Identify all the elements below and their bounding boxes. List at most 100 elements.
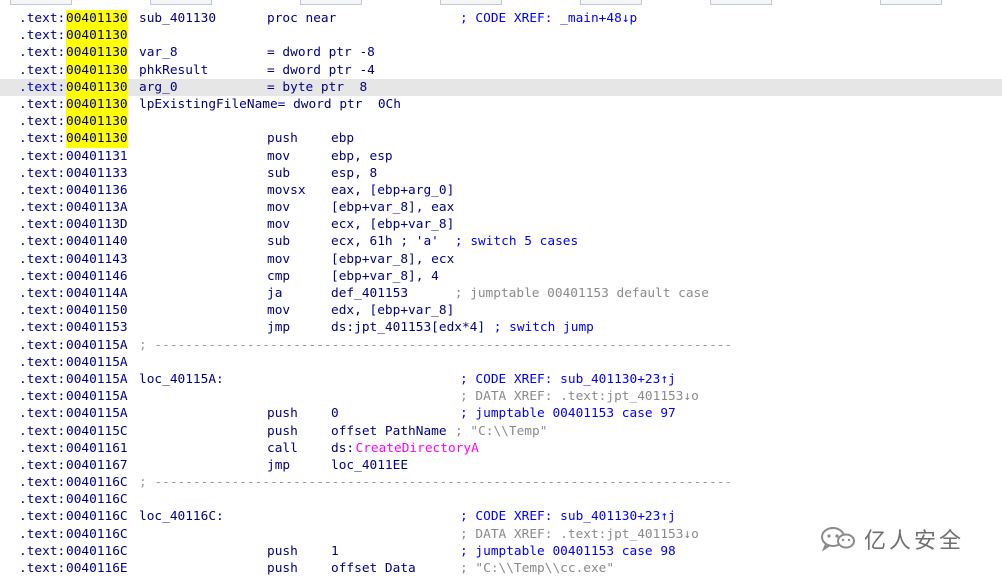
listing-line[interactable]: .text: 00401130 var_8 = dword ptr -8 [0,44,1002,62]
listing-line[interactable]: .text: 00401130 [0,113,1002,131]
operands: 1 [331,543,339,559]
segment-prefix: .text: [19,45,66,61]
operands: ecx, [ebp+var_8] [331,217,455,233]
segment-prefix: .text: [19,337,66,353]
address: 00401167 [66,457,128,473]
listing-line[interactable]: .text: 00401130 push ebp [0,130,1002,148]
mnemonic: sub [267,234,291,250]
segment-prefix: .text: [19,543,66,559]
listing-line[interactable]: .text: 0040115A loc_40115A: ; CODE XREF: su… [0,371,1002,388]
mnemonic: sub [267,165,291,181]
mnemonic: push [267,561,298,576]
listing-line[interactable]: .text: 0040116E push offset Data ; "C:\\Temp… [0,560,1002,577]
listing-line[interactable]: .text: 00401167 jmp loc_4011EE [0,457,1002,474]
mnemonic: push [267,131,298,147]
address: 00401130 [66,27,128,45]
operands: 0 [331,406,339,422]
listing-line[interactable]: .text: 00401130 lpExistingFileName= dword … [0,95,1002,114]
segment-prefix: .text: [19,354,66,370]
address: 0040115A [66,406,128,422]
address: 0040115A [66,389,128,405]
operands: [ebp+var_8], ecx [331,251,455,267]
mnemonic: proc near [267,11,337,26]
address: 00401130 [66,78,128,96]
mnemonic: mov [267,251,291,267]
listing-line[interactable]: .text: 0040115A ; ------------------------… [0,337,1002,354]
comment: ; jumptable 00401153 case 98 [460,543,676,559]
segment-prefix: .text: [19,165,66,181]
operands: ebp [331,131,355,147]
mnemonic: jmp [267,457,291,473]
address: 00401153 [66,320,128,336]
listing-line[interactable]: .text: 0040114A ja def_401153 ; jumptable 0… [0,285,1002,302]
listing-line[interactable]: .text: 00401143 mov [ebp+var_8], ecx [0,251,1002,268]
segment-prefix: .text: [19,182,66,198]
listing-line[interactable]: .text: 0040115A ; DATA XREF: .text:jpt_401… [0,388,1002,405]
address: 00401140 [66,234,128,250]
listing-line[interactable]: .text: 0040115A push 0 ; jumptable 00401153 … [0,405,1002,422]
comment: ; CODE XREF: sub_401130+23↑j [460,371,676,387]
label: arg_0 [139,79,178,95]
segment-prefix: .text: [19,96,66,112]
listing-line[interactable]: .text: 00401136 movsx eax, [ebp+arg_0] [0,182,1002,199]
mnemonic: call [267,440,298,456]
api-function-name[interactable]: CreateDirectoryA [356,440,479,457]
address: 00401130 [66,113,128,131]
comment: ; jumptable 00401153 case 97 [460,406,676,422]
label: sub_401130 [139,11,217,26]
listing-line[interactable]: .text: 00401131 mov ebp, esp [0,148,1002,165]
listing-line[interactable]: .text: 0040116C ; ------------------------… [0,474,1002,491]
listing-line[interactable]: .text: 00401130 [0,27,1002,45]
listing-line[interactable]: .text: 00401133 sub esp, 8 [0,165,1002,182]
listing-line[interactable]: .text: 00401130 arg_0 = byte ptr 8 [0,78,1002,96]
listing-line[interactable]: .text: 00401130 phkResult = dword ptr -4 [0,61,1002,79]
listing-line[interactable]: .text: 00401153 jmp ds:jpt_401153[edx*4] ; … [0,319,1002,336]
address: 0040114A [66,286,128,301]
operands: ds: [331,440,355,456]
address: 00401150 [66,303,128,319]
address: 0040116C [66,475,128,491]
listing-line[interactable]: .text: 00401146 cmp [ebp+var_8], 4 [0,268,1002,285]
variable-definition: = byte ptr 8 [267,79,368,95]
segment-prefix: .text: [19,131,66,147]
mnemonic: mov [267,303,291,319]
listing-line[interactable]: .text: 00401130 sub_401130 proc near ; CODE … [0,10,1002,28]
window-top-strip [0,0,1002,10]
mnemonic: push [267,543,298,559]
operands: offset Data [331,561,416,576]
label: loc_40116C: [139,509,224,525]
comment: ; switch 5 cases [439,234,579,250]
address: 00401161 [66,440,128,456]
segment-prefix: .text: [19,28,66,44]
disassembly-listing[interactable]: .text: 00401130 sub_401130 proc near; CODE … [0,10,1002,577]
segment-prefix: .text: [19,251,66,267]
listing-line[interactable]: .text: 0040115A [0,354,1002,371]
mnemonic: mov [267,217,291,233]
comment: ; DATA XREF: .text:jpt_401153↓o [460,526,699,542]
segment-prefix: .text: [19,406,66,422]
mnemonic: mov [267,200,291,216]
listing-line[interactable]: .text: 00401161 call ds: CreateDirectoryA [0,440,1002,457]
listing-line[interactable]: .text: 00401150 mov edx, [ebp+var_8] [0,302,1002,319]
segment-prefix: .text: [19,286,66,301]
listing-line[interactable]: .text: 0040113D mov ecx, [ebp+var_8] [0,216,1002,233]
listing-line[interactable]: .text: 0040113A mov [ebp+var_8], eax [0,199,1002,216]
comment: ; switch jump [486,320,594,336]
address: 00401133 [66,165,128,181]
operands: offset PathName [331,423,447,439]
listing-line[interactable]: .text: 00401140 sub ecx, 61h ; 'a' ; switch… [0,233,1002,250]
segment-prefix: .text: [19,217,66,233]
comment: ; DATA XREF: .text:jpt_401153↓o [460,389,699,405]
address: 0040113A [66,200,128,216]
variable-definition: = dword ptr -4 [267,62,375,78]
segment-prefix: .text: [19,492,66,508]
segment-prefix: .text: [19,371,66,387]
address: 00401130 [66,95,128,114]
segment-prefix: .text: [19,423,66,439]
listing-line[interactable]: .text: 0040116C [0,491,1002,508]
operands: [ebp+var_8], eax [331,200,455,216]
label: phkResult [139,62,209,78]
address: 00401131 [66,148,128,164]
listing-line[interactable]: .text: 0040115C push offset PathName ; "C:\… [0,423,1002,440]
operands: ecx, 61h ; 'a' [331,234,439,250]
